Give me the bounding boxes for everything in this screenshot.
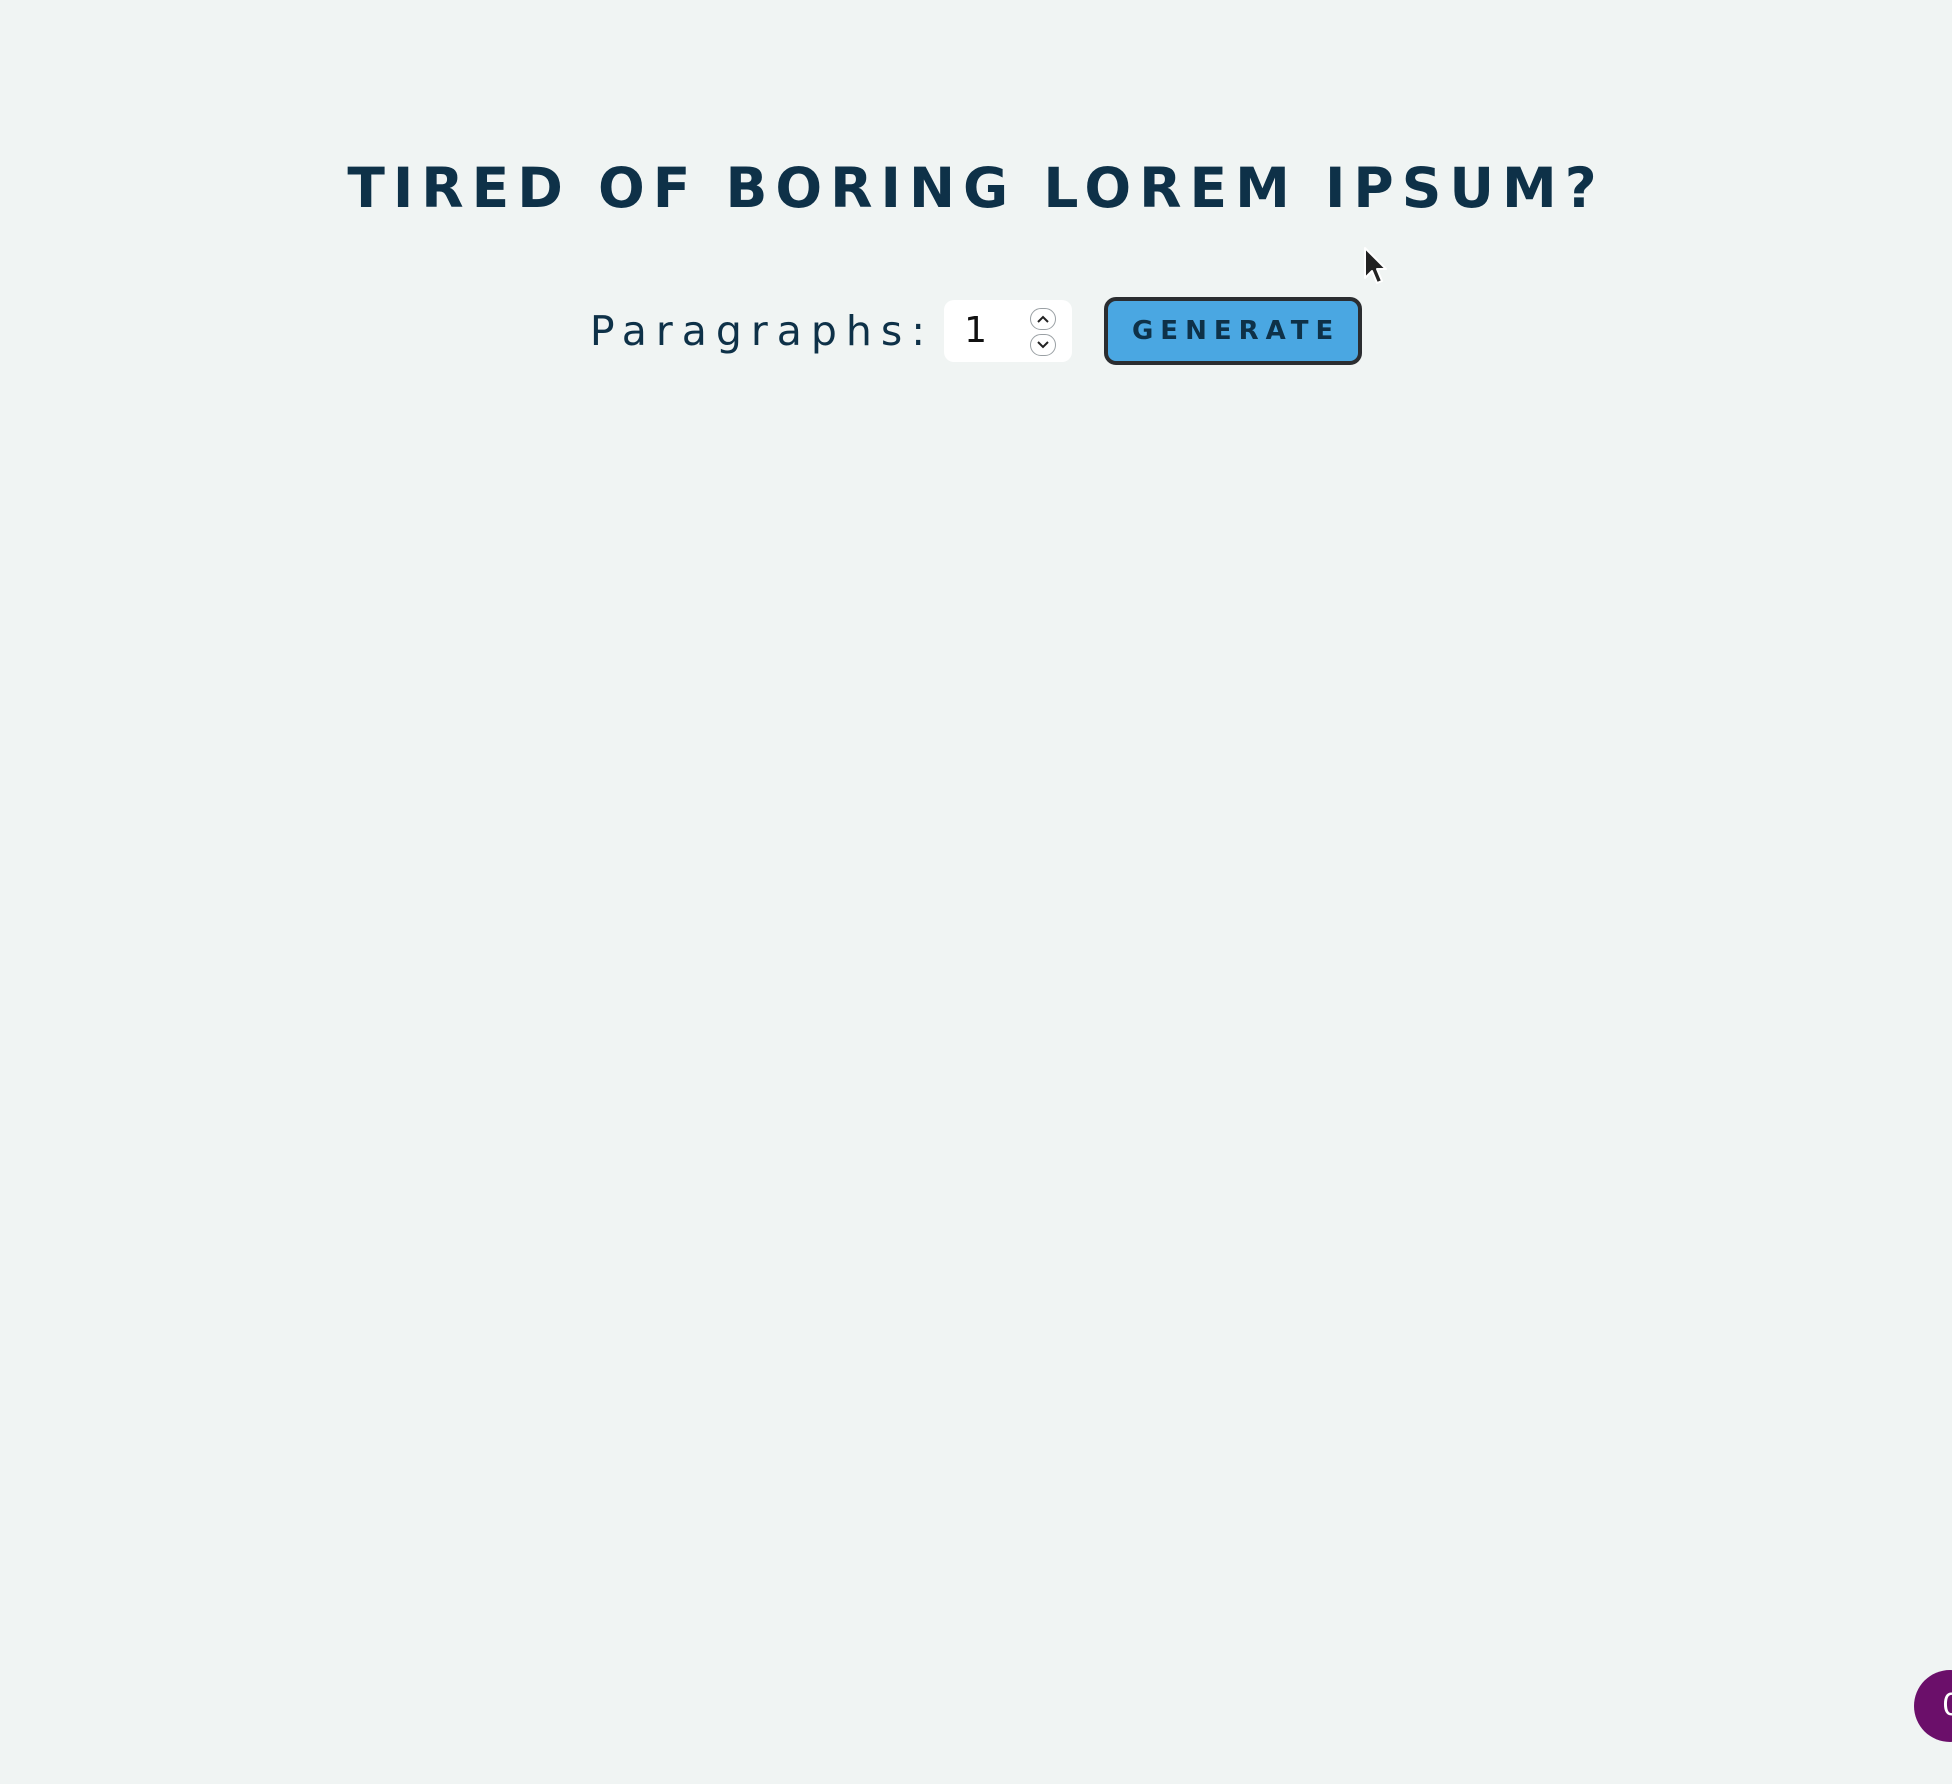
- chat-badge-text: 0: [1942, 1688, 1952, 1723]
- generator-controls: Paragraphs: 1 GENERATE: [0, 296, 1952, 366]
- paragraphs-number-input[interactable]: 1: [944, 300, 1073, 362]
- mouse-pointer-icon: [1363, 246, 1389, 286]
- chevron-down-icon: [1037, 341, 1049, 349]
- chevron-up-icon: [1037, 315, 1049, 323]
- chat-widget-button[interactable]: 0: [1914, 1670, 1952, 1742]
- increment-button[interactable]: [1030, 308, 1057, 330]
- number-spinner[interactable]: [1030, 308, 1058, 356]
- page-title: TIRED OF BORING LOREM IPSUM?: [347, 156, 1605, 220]
- decrement-button[interactable]: [1030, 334, 1057, 356]
- paragraphs-value[interactable]: 1: [964, 310, 987, 352]
- generate-button[interactable]: GENERATE: [1104, 297, 1363, 365]
- paragraphs-label: Paragraphs:: [589, 307, 935, 355]
